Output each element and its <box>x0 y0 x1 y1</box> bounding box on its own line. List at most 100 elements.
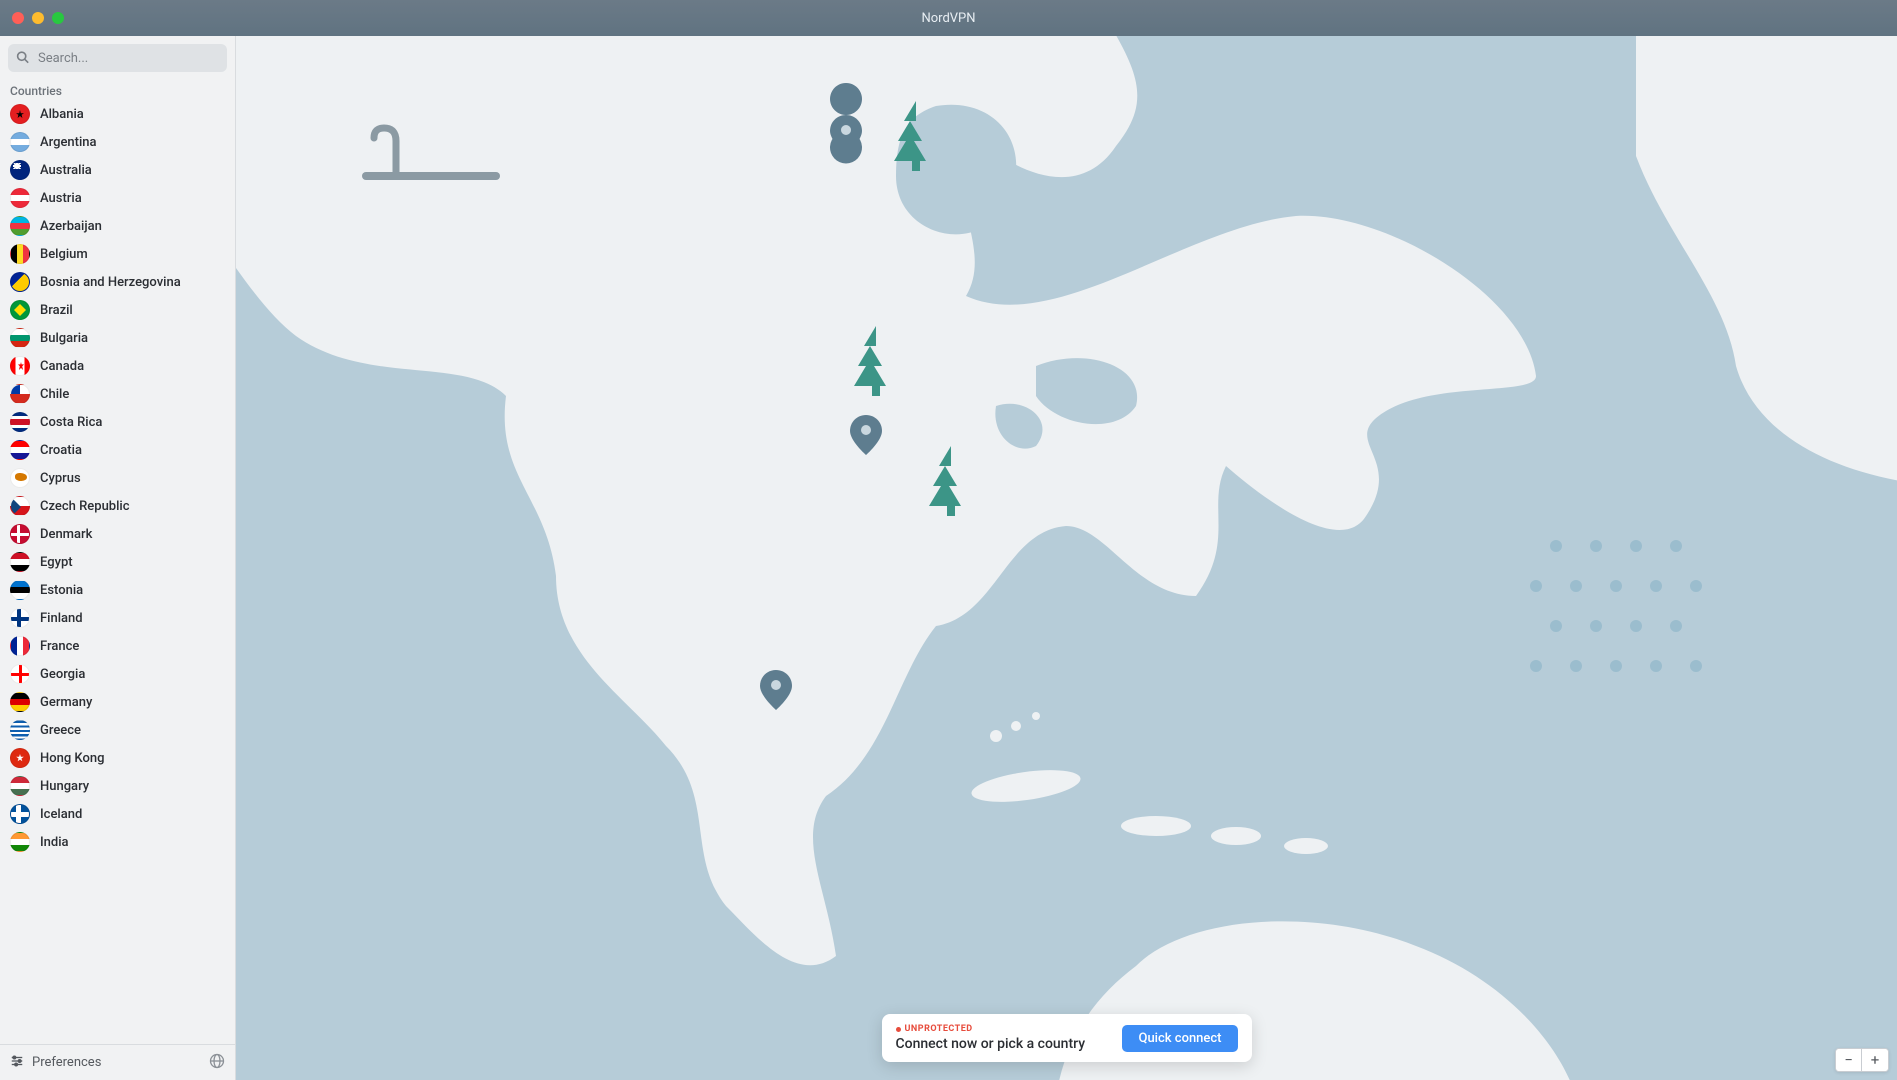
flag-icon-at <box>10 188 30 208</box>
country-item-cl[interactable]: Chile <box>0 380 235 408</box>
country-item-hu[interactable]: Hungary <box>0 772 235 800</box>
country-name: Croatia <box>40 443 82 458</box>
flag-icon-fr <box>10 636 30 656</box>
country-item-cy[interactable]: Cyprus <box>0 464 235 492</box>
search-icon <box>16 49 29 68</box>
window-controls <box>12 12 64 24</box>
country-item-fr[interactable]: France <box>0 632 235 660</box>
country-name: Germany <box>40 695 92 710</box>
flag-icon-cr <box>10 412 30 432</box>
country-item-de[interactable]: Germany <box>0 688 235 716</box>
app-body: Countries Albania Argentina Australia Austr… <box>0 36 1897 1080</box>
titlebar[interactable]: NordVPN <box>0 0 1897 36</box>
flag-icon-gr <box>10 720 30 740</box>
country-name: Azerbaijan <box>40 219 102 234</box>
country-item-in[interactable]: India <box>0 828 235 856</box>
country-name: Estonia <box>40 583 83 598</box>
zoom-controls: − + <box>1835 1048 1889 1072</box>
close-window-button[interactable] <box>12 12 24 24</box>
sidebar: Countries Albania Argentina Australia Austr… <box>0 36 236 1080</box>
country-name: Hong Kong <box>40 751 104 766</box>
country-item-cr[interactable]: Costa Rica <box>0 408 235 436</box>
flag-icon-ba <box>10 272 30 292</box>
country-item-ar[interactable]: Argentina <box>0 128 235 156</box>
country-name: Belgium <box>40 247 88 262</box>
quick-connect-button[interactable]: Quick connect <box>1122 1025 1237 1052</box>
country-item-ge[interactable]: Georgia <box>0 660 235 688</box>
country-name: Canada <box>40 359 84 374</box>
flag-icon-in <box>10 832 30 852</box>
flag-icon-be <box>10 244 30 264</box>
country-item-ee[interactable]: Estonia <box>0 576 235 604</box>
country-item-hr[interactable]: Croatia <box>0 436 235 464</box>
country-item-at[interactable]: Austria <box>0 184 235 212</box>
country-item-br[interactable]: Brazil <box>0 296 235 324</box>
app-window: NordVPN Countries Albania Argentina Austra… <box>0 0 1897 1080</box>
status-tag: UNPROTECTED <box>896 1024 1086 1034</box>
flag-icon-cz <box>10 496 30 516</box>
country-name: Albania <box>40 107 84 122</box>
flag-icon-cy <box>10 468 30 488</box>
flag-icon-hr <box>10 440 30 460</box>
status-message: Connect now or pick a country <box>896 1036 1086 1052</box>
country-name: Bulgaria <box>40 331 88 346</box>
flag-icon-au <box>10 160 30 180</box>
preferences-label: Preferences <box>32 1055 101 1070</box>
zoom-out-button[interactable]: − <box>1836 1049 1862 1071</box>
country-name: Brazil <box>40 303 73 318</box>
country-item-cz[interactable]: Czech Republic <box>0 492 235 520</box>
maximize-window-button[interactable] <box>52 12 64 24</box>
country-item-az[interactable]: Azerbaijan <box>0 212 235 240</box>
flag-icon-al <box>10 104 30 124</box>
flag-icon-ca <box>10 356 30 376</box>
sidebar-footer: Preferences <box>0 1044 235 1080</box>
flag-icon-ee <box>10 580 30 600</box>
country-name: Cyprus <box>40 471 81 486</box>
preferences-button[interactable]: Preferences <box>10 1054 101 1072</box>
country-name: Chile <box>40 387 69 402</box>
country-name: Egypt <box>40 555 73 570</box>
window-title: NordVPN <box>921 11 975 26</box>
country-item-bg[interactable]: Bulgaria <box>0 324 235 352</box>
flag-icon-de <box>10 692 30 712</box>
flag-icon-hu <box>10 776 30 796</box>
flag-icon-ge <box>10 664 30 684</box>
search-input[interactable] <box>8 44 227 72</box>
country-item-al[interactable]: Albania <box>0 100 235 128</box>
map-view[interactable]: UNPROTECTED Connect now or pick a countr… <box>236 36 1897 1080</box>
country-name: Finland <box>40 611 83 626</box>
country-name: Austria <box>40 191 82 206</box>
country-name: Denmark <box>40 527 92 542</box>
flag-icon-dk <box>10 524 30 544</box>
globe-icon[interactable] <box>209 1053 225 1073</box>
countries-section-label: Countries <box>0 80 235 100</box>
country-item-hk[interactable]: Hong Kong <box>0 744 235 772</box>
flag-icon-eg <box>10 552 30 572</box>
country-item-is[interactable]: Iceland <box>0 800 235 828</box>
search-container <box>0 36 235 80</box>
country-item-fi[interactable]: Finland <box>0 604 235 632</box>
country-name: Georgia <box>40 667 85 682</box>
status-bar: UNPROTECTED Connect now or pick a countr… <box>882 1014 1252 1062</box>
country-item-be[interactable]: Belgium <box>0 240 235 268</box>
country-item-eg[interactable]: Egypt <box>0 548 235 576</box>
flag-icon-bg <box>10 328 30 348</box>
flag-icon-is <box>10 804 30 824</box>
flag-icon-az <box>10 216 30 236</box>
flag-icon-br <box>10 300 30 320</box>
country-item-ca[interactable]: Canada <box>0 352 235 380</box>
zoom-in-button[interactable]: + <box>1862 1049 1888 1071</box>
country-item-gr[interactable]: Greece <box>0 716 235 744</box>
country-item-ba[interactable]: Bosnia and Herzegovina <box>0 268 235 296</box>
country-name: Czech Republic <box>40 499 130 514</box>
countries-list[interactable]: Albania Argentina Australia Austria Azerbaij… <box>0 100 235 1044</box>
minimize-window-button[interactable] <box>32 12 44 24</box>
country-name: Bosnia and Herzegovina <box>40 275 181 290</box>
flag-icon-hk <box>10 748 30 768</box>
country-name: Australia <box>40 163 92 178</box>
country-item-au[interactable]: Australia <box>0 156 235 184</box>
country-name: Iceland <box>40 807 82 822</box>
country-name: India <box>40 835 69 850</box>
country-item-dk[interactable]: Denmark <box>0 520 235 548</box>
preferences-icon <box>10 1054 24 1072</box>
